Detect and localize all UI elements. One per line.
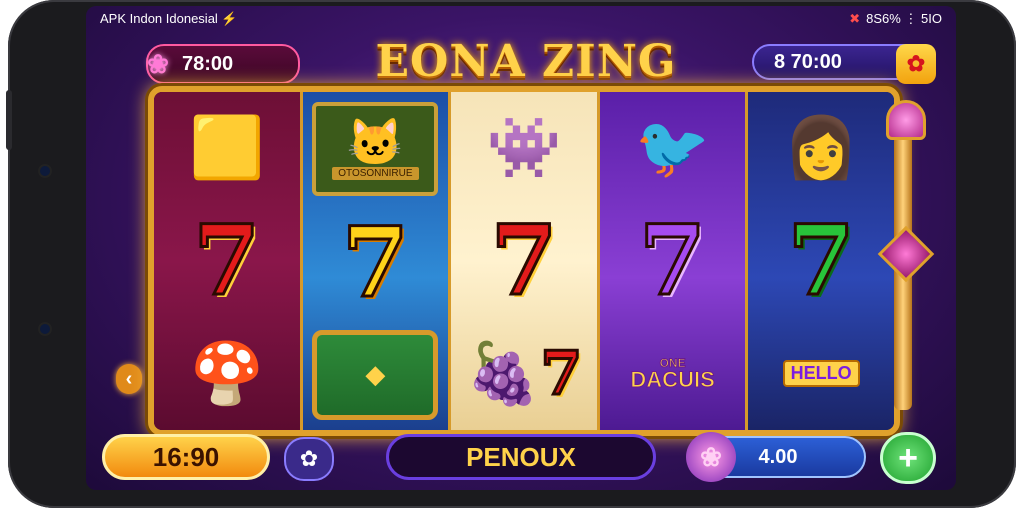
status-carrier: APK Indon Idonesial ⚡ — [100, 11, 238, 26]
sensor-icon — [40, 324, 50, 334]
gem-icon: ❀ — [147, 48, 169, 79]
gem-icon: ❀ — [686, 432, 736, 482]
seven-symbol: 7 — [340, 205, 410, 319]
fruit-seven-symbol: 🍇 7 — [465, 338, 584, 409]
previous-arrow-icon[interactable]: ‹ — [116, 364, 142, 394]
treasure-chest-symbol: ◆ — [312, 329, 439, 420]
game-screen: APK Indon Idonesial ⚡ ✖ 8S6% ⋮ 5IO ❀ 78:… — [86, 6, 956, 490]
monster-symbol: 👾 — [486, 114, 562, 182]
settings-button[interactable]: ✿ — [284, 437, 334, 481]
lucky-cat-label: ONE DACUIS — [630, 355, 715, 392]
settings-icon: ✿ — [299, 446, 319, 471]
lucky-cat-symbol: ONE DACUIS — [618, 328, 728, 420]
gift-icon[interactable]: ✿ — [896, 44, 936, 84]
cat-tile-caption: OTOSONNIRUE — [332, 166, 419, 180]
coin-balance-value: 78:00 — [182, 52, 234, 75]
seven-symbol: 7 — [638, 203, 708, 317]
coin-balance[interactable]: ❀ 78:00 — [146, 44, 300, 84]
win-display: ❀ 4.00 — [686, 432, 866, 482]
seven-symbol: 7 — [192, 203, 262, 317]
alert-icon: ✖ — [849, 11, 861, 26]
reel-2: 🐱 OTOSONNIRUE 7 ◆ — [302, 92, 452, 430]
bottom-bar: 16:90 ✿ PENOUX ❀ 4.00 + — [86, 432, 956, 484]
status-bar: APK Indon Idonesial ⚡ ✖ 8S6% ⋮ 5IO — [86, 6, 956, 32]
gold-bar-symbol: 🟨 — [189, 114, 265, 182]
reel-4: 🐦 7 ONE DACUIS — [599, 92, 749, 430]
cat-tile-symbol: 🐱 OTOSONNIRUE — [312, 102, 439, 197]
cash-balance-value: 8 70:00 — [774, 50, 842, 73]
reel-5: 👩 7 HELLO — [748, 92, 894, 430]
camera-icon — [40, 166, 50, 176]
mushroom-symbol: 🍄 — [189, 339, 265, 407]
seven-symbol: 7 — [489, 203, 559, 317]
pillar-top-gem-icon — [886, 100, 926, 140]
seven-symbol: 7 — [786, 203, 856, 317]
status-text: 8S6% ⋮ 5IO — [866, 11, 942, 26]
reels-frame: 🟨 7 🍄 🐱 OTOSONNIRUE 7 ◆ 👾 7 🍇 7 🐦 7 ONE … — [148, 86, 900, 436]
hello-label: HELLO — [782, 360, 860, 388]
game-title: EONA ZING — [375, 36, 677, 87]
bet-amount-button[interactable]: 16:90 — [102, 434, 270, 480]
win-value: 4.00 — [758, 445, 798, 468]
cat-icon: 🐱 — [346, 115, 405, 168]
bird-symbol: 🐦 — [635, 114, 710, 182]
reel-1: 🟨 7 🍄 — [154, 92, 303, 430]
hello-chick-symbol: HELLO — [766, 328, 876, 420]
girl-symbol: 👩 — [783, 114, 859, 182]
status-indicators: ✖ 8S6% ⋮ 5IO — [849, 11, 942, 27]
top-bar: ❀ 78:00 EONA ZING 8 70:00 ✿ — [86, 36, 956, 88]
spin-plus-button[interactable]: + — [880, 432, 936, 484]
cash-balance[interactable]: 8 70:00 ✿ — [752, 44, 936, 84]
phone-frame: APK Indon Idonesial ⚡ ✖ 8S6% ⋮ 5IO ❀ 78:… — [6, 0, 1016, 508]
volume-button — [6, 90, 12, 150]
bonus-button[interactable]: PENOUX — [386, 434, 656, 480]
reel-3: 👾 7 🍇 7 — [451, 92, 600, 430]
